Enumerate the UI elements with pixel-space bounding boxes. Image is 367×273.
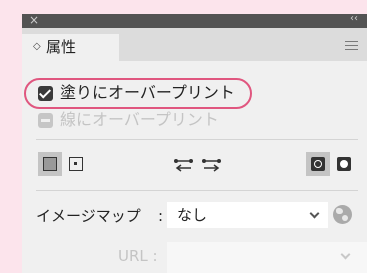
- close-icon[interactable]: ×: [29, 13, 39, 27]
- collapse-icon[interactable]: ‹‹: [350, 12, 358, 26]
- stroke-overprint-option[interactable]: 線にオーバープリント: [38, 108, 219, 132]
- stroke-overprint-checkbox[interactable]: [38, 112, 53, 128]
- tab-toggle-icon[interactable]: ◇: [33, 39, 41, 55]
- path-direction-icon: [174, 159, 193, 172]
- square-center-icon: [69, 157, 83, 171]
- divider: [36, 139, 358, 140]
- nonzero-winding-button[interactable]: [306, 152, 330, 176]
- chevron-down-icon: [309, 208, 320, 219]
- reverse-path-direction-on-button[interactable]: [200, 152, 224, 176]
- divider: [36, 190, 358, 191]
- stroke-overprint-label: 線にオーバープリント: [60, 110, 219, 129]
- nonzero-winding-icon: [311, 157, 325, 171]
- fill-overprint-option[interactable]: 塗りにオーバープリント: [38, 80, 235, 106]
- fill-overprint-label: 塗りにオーバープリント: [60, 83, 235, 102]
- panel-title-bar: × ‹‹: [22, 12, 367, 28]
- reverse-path-direction-off-button[interactable]: [172, 152, 196, 176]
- chevron-down-icon: [340, 249, 351, 260]
- path-direction-reverse-icon: [202, 159, 221, 172]
- browser-globe-icon[interactable]: [333, 205, 352, 224]
- image-map-label: イメージマップ: [36, 207, 141, 225]
- tab-label: 属性: [46, 38, 77, 56]
- image-map-select[interactable]: なし: [167, 202, 328, 228]
- tab-attributes[interactable]: ◇ 属性: [22, 34, 119, 61]
- even-odd-icon: [337, 157, 351, 171]
- tab-row: ◇ 属性: [22, 28, 367, 61]
- fill-overprint-checkbox[interactable]: [38, 85, 53, 101]
- square-icon: [43, 157, 57, 171]
- even-odd-button[interactable]: [332, 152, 356, 176]
- attributes-panel: × ‹‹ ◇ 属性: [22, 12, 367, 273]
- show-center-off-button[interactable]: [38, 152, 62, 176]
- url-select[interactable]: [167, 242, 367, 273]
- url-label: URL :: [118, 247, 158, 265]
- panel-menu-icon[interactable]: [345, 41, 358, 51]
- show-center-on-button[interactable]: [64, 152, 88, 176]
- image-map-value: なし: [177, 206, 208, 224]
- image-map-colon: :: [158, 207, 164, 225]
